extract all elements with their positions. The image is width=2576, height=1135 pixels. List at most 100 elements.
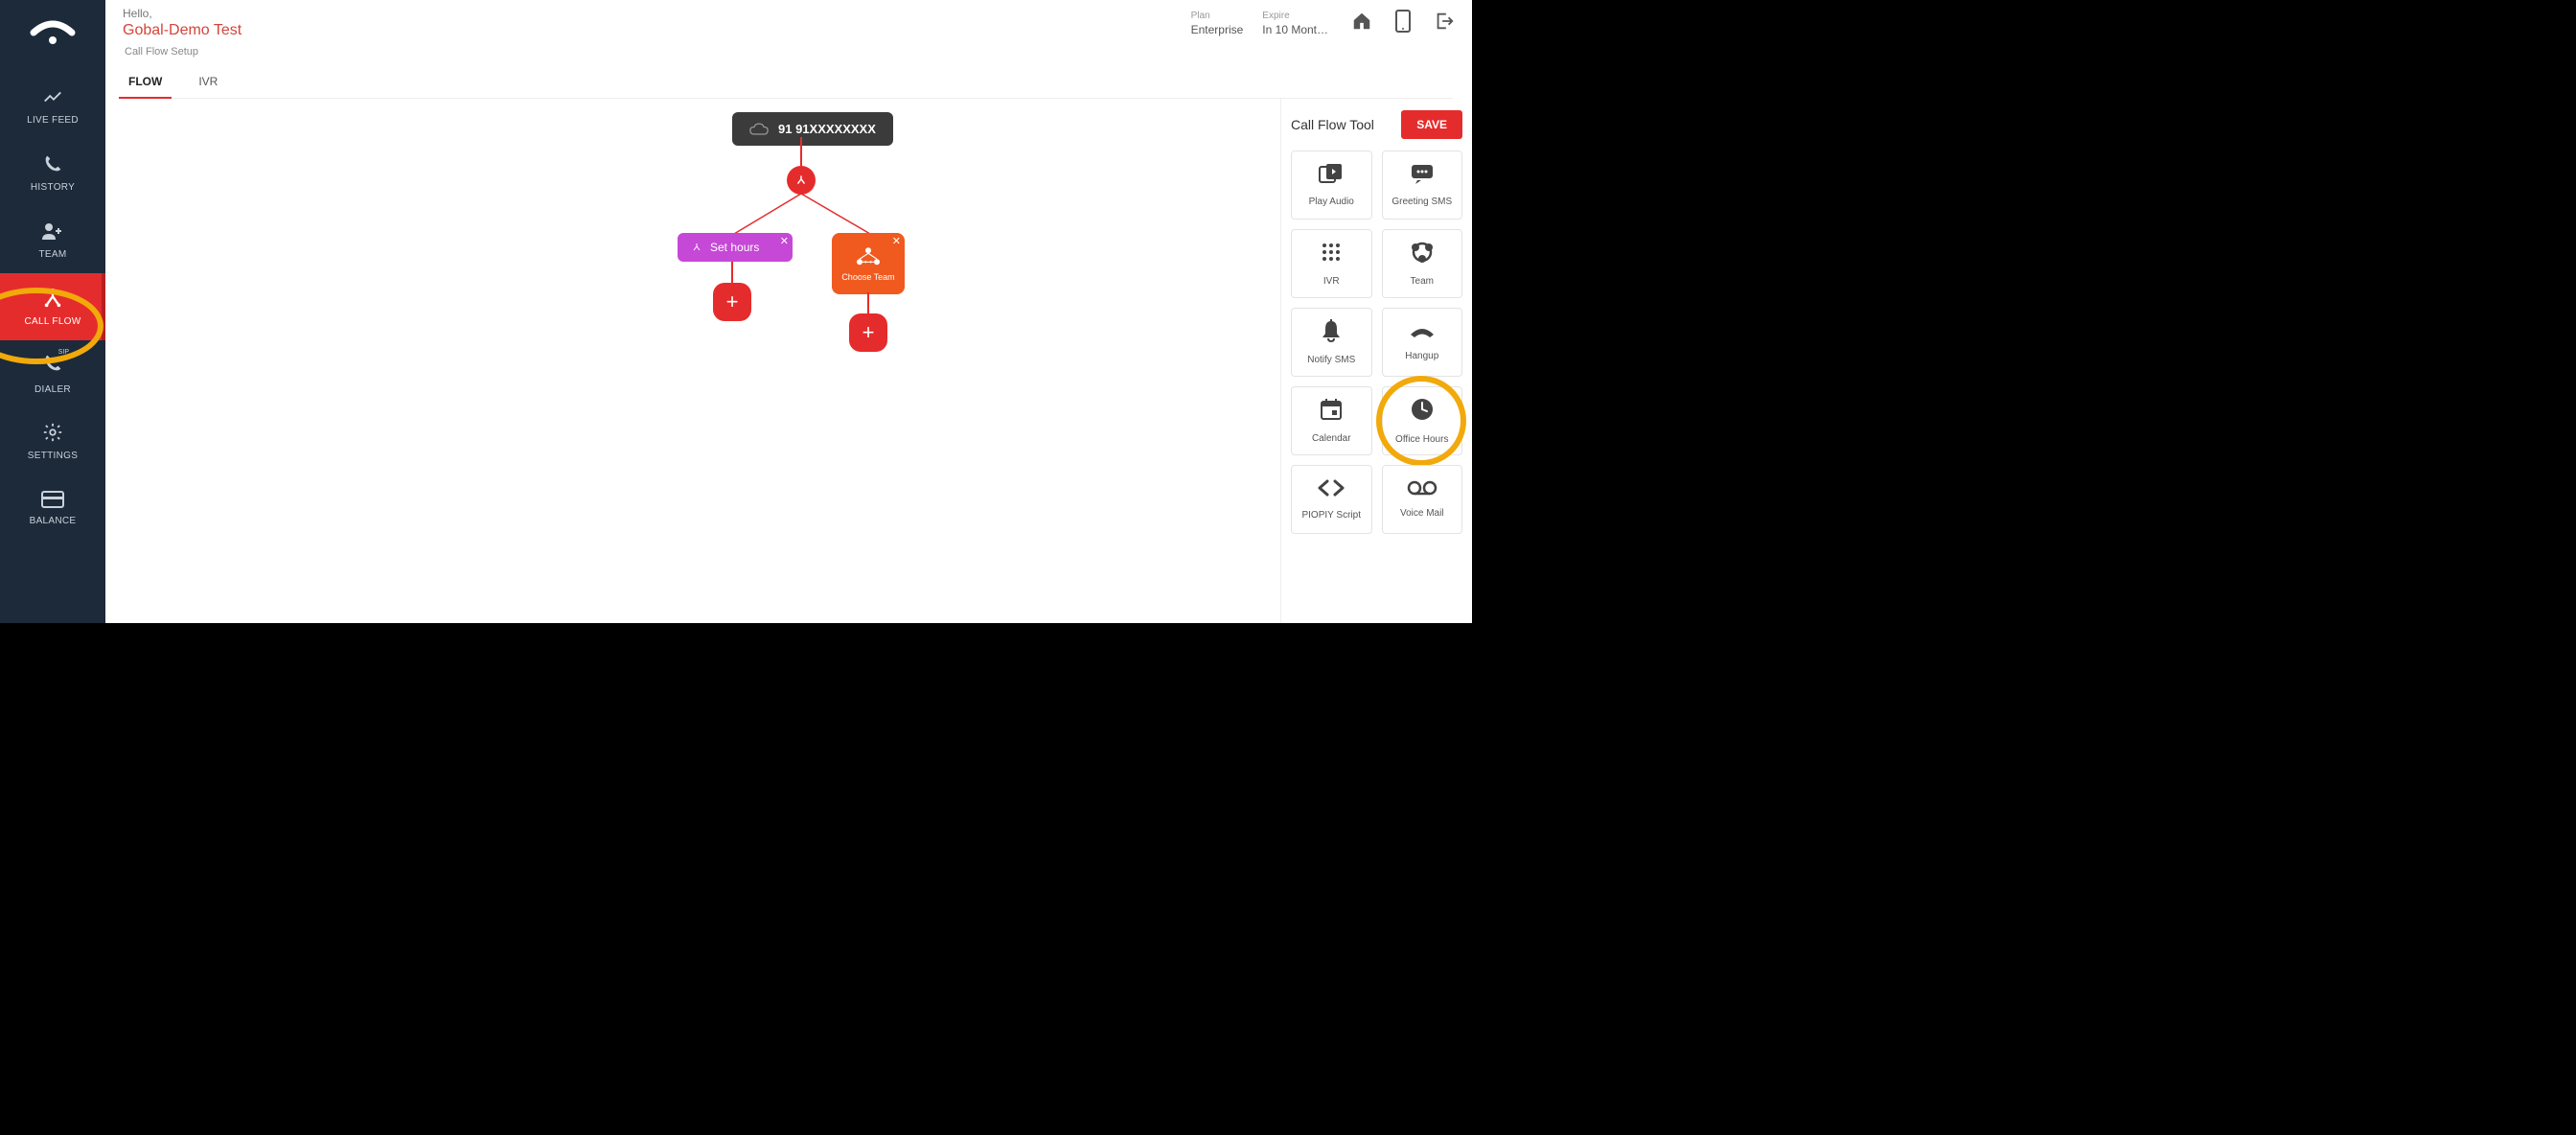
bell-icon [1321, 319, 1342, 347]
nav-label: HISTORY [31, 182, 75, 193]
choose-team-label: Choose Team [841, 272, 894, 282]
tool-label: Play Audio [1309, 197, 1354, 207]
phone-icon [42, 153, 63, 174]
panel-header: Call Flow Tool SAVE [1291, 110, 1462, 139]
tool-label: Team [1411, 276, 1434, 287]
tool-team[interactable]: Team [1382, 229, 1463, 298]
tool-play-audio[interactable]: Play Audio [1291, 151, 1372, 220]
nav-label: BALANCE [30, 516, 77, 526]
tool-label: Office Hours [1395, 434, 1448, 445]
flow-line [867, 292, 869, 315]
tools-panel: Call Flow Tool SAVE Play Audio Greeting … [1280, 99, 1472, 623]
plan-label: Plan [1191, 11, 1244, 21]
tool-hangup[interactable]: Hangup [1382, 308, 1463, 377]
save-button[interactable]: SAVE [1401, 110, 1462, 139]
tool-voicemail[interactable]: Voice Mail [1382, 465, 1463, 534]
nav-label: CALL FLOW [24, 316, 80, 327]
app-frame: LIVE FEED HISTORY TEAM CALL FLOW SIP DIA… [0, 0, 1472, 623]
add-node-button[interactable]: + [713, 283, 751, 321]
tool-piopiy-script[interactable]: PIOPIY Script [1291, 465, 1372, 534]
code-icon [1317, 478, 1346, 502]
tool-calendar[interactable]: Calendar [1291, 386, 1372, 455]
nav-live-feed[interactable]: LIVE FEED [0, 72, 105, 139]
tool-greeting-sms[interactable]: Greeting SMS [1382, 151, 1463, 220]
nav-label: SETTINGS [28, 451, 78, 461]
home-icon[interactable] [1351, 11, 1372, 36]
plan-block: Plan Enterprise Expire In 10 Mont… [1191, 11, 1328, 36]
hangup-icon [1408, 323, 1437, 343]
tool-label: Voice Mail [1400, 508, 1444, 519]
expire-label: Expire [1262, 11, 1328, 21]
tool-ivr[interactable]: IVR [1291, 229, 1372, 298]
card-icon [41, 491, 64, 508]
expire-col: Expire In 10 Mont… [1262, 11, 1328, 36]
number-text: 91 91XXXXXXXX [778, 122, 876, 136]
flow-line [731, 262, 733, 285]
nav-call-flow[interactable]: CALL FLOW [0, 273, 105, 340]
plus-icon: + [862, 322, 875, 343]
expire-value: In 10 Mont… [1262, 23, 1328, 36]
nav-history[interactable]: HISTORY [0, 139, 105, 206]
nav-balance[interactable]: BALANCE [0, 475, 105, 542]
nav-dialer[interactable]: SIP DIALER [0, 340, 105, 407]
nav-team[interactable]: TEAM [0, 206, 105, 273]
tool-label: Notify SMS [1307, 355, 1355, 365]
greeting-block: Hello, Gobal-Demo Test [123, 7, 242, 39]
tab-ivr[interactable]: IVR [195, 67, 221, 98]
flow-icon [42, 288, 63, 309]
tool-office-hours[interactable]: Office Hours [1382, 386, 1463, 455]
tool-label: PIOPIY Script [1301, 510, 1361, 521]
calendar-icon [1320, 398, 1343, 426]
close-icon[interactable]: ✕ [780, 235, 789, 247]
subheader: Call Flow Setup FLOW IVR [105, 46, 1472, 99]
topbar: Hello, Gobal-Demo Test Plan Enterprise E… [105, 0, 1472, 46]
cloud-icon [749, 123, 769, 136]
gear-icon [42, 422, 63, 443]
canvas[interactable]: 91 91XXXXXXXX Set hours ✕ ✕ [105, 99, 1280, 623]
team-network-icon [854, 245, 883, 268]
logout-icon[interactable] [1434, 11, 1455, 36]
play-audio-icon [1319, 163, 1344, 189]
add-node-button[interactable]: + [849, 313, 887, 352]
dialpad-icon [1320, 241, 1343, 268]
sms-icon [1410, 163, 1435, 189]
top-right: Plan Enterprise Expire In 10 Mont… [1191, 10, 1455, 37]
content: 91 91XXXXXXXX Set hours ✕ ✕ [105, 99, 1472, 623]
plan-col: Plan Enterprise [1191, 11, 1244, 36]
team-circle-icon [1409, 241, 1436, 268]
choose-team-node[interactable]: ✕ Choose Team [832, 233, 905, 294]
nav-settings[interactable]: SETTINGS [0, 407, 105, 475]
mobile-icon[interactable] [1395, 10, 1411, 37]
nav-label: LIVE FEED [27, 115, 79, 126]
tool-label: Greeting SMS [1392, 197, 1452, 207]
split-icon [794, 174, 808, 187]
plan-value: Enterprise [1191, 23, 1244, 36]
set-hours-label: Set hours [710, 241, 759, 254]
close-icon[interactable]: ✕ [892, 235, 901, 247]
tools-grid: Play Audio Greeting SMS IVR Team [1291, 151, 1462, 534]
branch-icon [691, 242, 702, 253]
tool-notify-sms[interactable]: Notify SMS [1291, 308, 1372, 377]
tab-flow[interactable]: FLOW [125, 67, 166, 98]
app-logo-icon [30, 19, 76, 53]
panel-title: Call Flow Tool [1291, 117, 1374, 132]
brand-name: Gobal-Demo Test [123, 22, 242, 39]
hello-text: Hello, [123, 7, 242, 20]
clock-icon [1410, 397, 1435, 427]
tabs: FLOW IVR [125, 67, 1453, 99]
number-node[interactable]: 91 91XXXXXXXX [732, 112, 893, 146]
tool-label: IVR [1323, 276, 1340, 287]
nav-label: TEAM [39, 249, 67, 260]
tool-label: Hangup [1405, 351, 1438, 361]
flow-line [800, 137, 802, 168]
trend-icon [42, 86, 63, 107]
voicemail-icon [1407, 480, 1438, 500]
main: Hello, Gobal-Demo Test Plan Enterprise E… [105, 0, 1472, 623]
nav-label: DIALER [34, 384, 71, 395]
set-hours-node[interactable]: Set hours ✕ [678, 233, 793, 262]
sidebar: LIVE FEED HISTORY TEAM CALL FLOW SIP DIA… [0, 0, 105, 623]
sub-title: Call Flow Setup [125, 46, 1453, 58]
tool-label: Calendar [1312, 433, 1351, 444]
dialer-icon: SIP [42, 353, 63, 377]
team-icon [40, 220, 65, 242]
